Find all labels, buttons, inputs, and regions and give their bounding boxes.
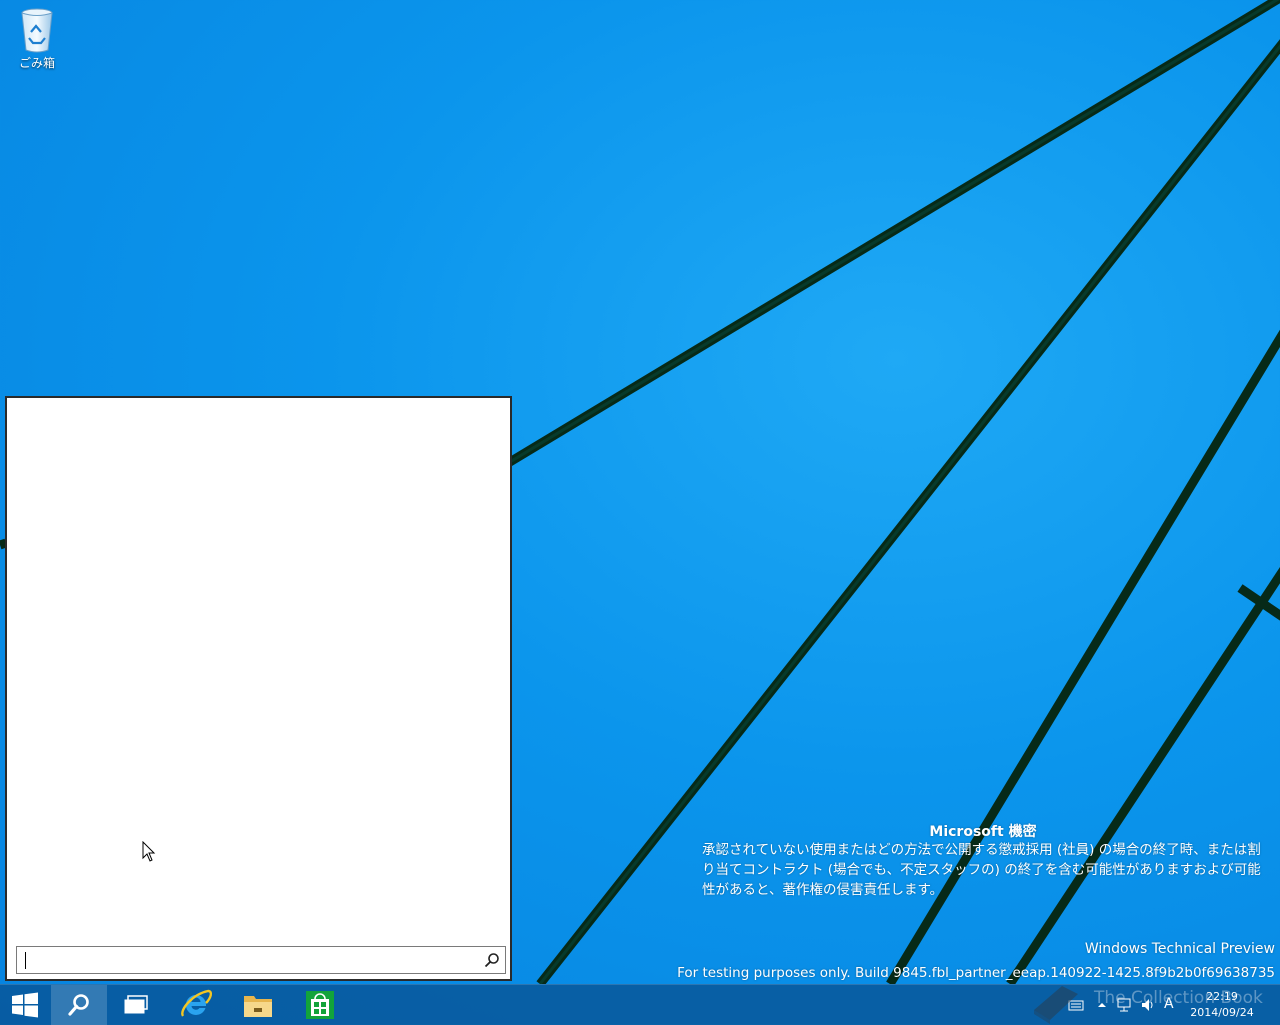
windows-logo-icon [12, 992, 38, 1018]
file-explorer-button[interactable] [230, 985, 286, 1025]
recycle-bin-shortcut[interactable]: ごみ箱 [12, 6, 62, 71]
mouse-cursor-icon [142, 841, 156, 862]
internet-explorer-button[interactable] [168, 985, 224, 1025]
text-caret [25, 952, 26, 969]
search-button[interactable] [51, 985, 107, 1025]
book-icon [1034, 986, 1078, 1024]
store-icon [306, 991, 334, 1019]
recycle-bin-icon [21, 8, 53, 53]
collection-book-text: The Collection Book [1094, 988, 1263, 1008]
search-flyout [5, 396, 512, 981]
folder-icon [244, 996, 272, 1017]
task-view-button[interactable] [108, 985, 164, 1025]
start-button[interactable] [0, 985, 50, 1025]
search-submit-icon[interactable] [484, 952, 500, 968]
watermark-build: For testing purposes only. Build 9845.fb… [677, 965, 1275, 981]
task-view-icon [124, 995, 148, 1014]
watermark-edition: Windows Technical Preview [1084, 941, 1275, 957]
recycle-bin-label: ごみ箱 [18, 56, 55, 70]
store-button[interactable] [292, 985, 348, 1025]
collection-book-watermark: The Collection Book [1028, 980, 1268, 1024]
internet-explorer-icon [181, 989, 213, 1017]
search-box[interactable] [16, 946, 506, 974]
watermark-title: Microsoft 機密 [929, 824, 1037, 840]
search-input[interactable] [23, 948, 477, 974]
watermark-body: 承認されていない使用またはどの方法で公開する懲戒採用 (社員) の場合の終了時、… [702, 842, 1261, 898]
search-icon [68, 994, 89, 1016]
